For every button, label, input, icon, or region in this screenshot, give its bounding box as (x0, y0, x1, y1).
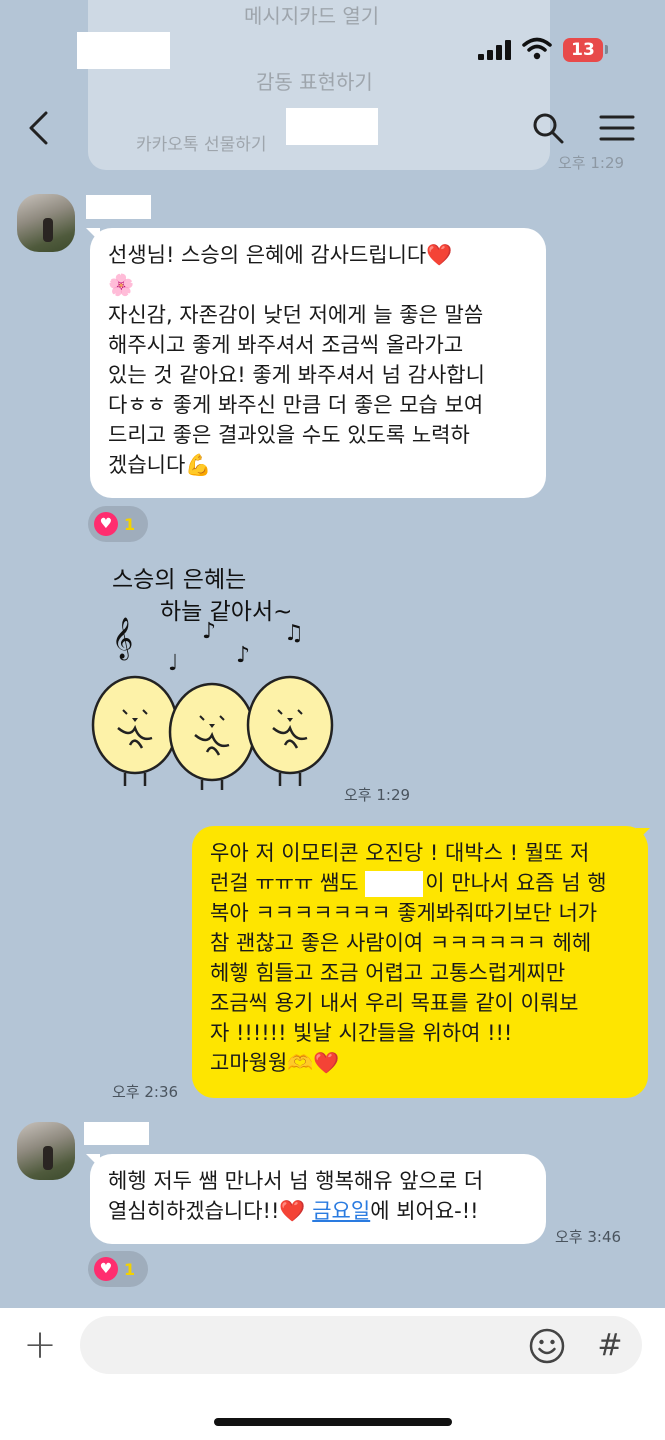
avatar[interactable] (17, 194, 75, 252)
back-arrow-icon[interactable] (20, 108, 56, 148)
wifi-icon (522, 36, 552, 62)
svg-text:♫: ♫ (284, 621, 304, 646)
reaction-badge[interactable]: ♥ 1 (88, 506, 148, 542)
redacted-sender-name (84, 1122, 149, 1145)
ghost-item-express: 감동 표현하기 (256, 70, 373, 94)
battery-tip (605, 45, 608, 54)
svg-text:♩: ♩ (168, 651, 178, 676)
message-time: 오후 1:29 (344, 786, 411, 804)
heart-icon: ♥ (94, 1257, 118, 1281)
svg-text:𝄞: 𝄞 (112, 617, 133, 660)
message-text-part: 에 뵈어요-!! (370, 1199, 479, 1223)
redacted-chat-title (286, 108, 378, 145)
message-bubble-sent[interactable]: 우아 저 이모티콘 오진당 ! 대박스 ! 뭘또 저 런걸 ㅠㅠㅠ 쌤도 이 만… (192, 826, 648, 1098)
reaction-badge[interactable]: ♥ 1 (88, 1251, 148, 1287)
date-link[interactable]: 금요일 (312, 1199, 370, 1223)
reaction-count: 1 (124, 1259, 136, 1279)
redacted-name (365, 871, 424, 897)
avatar[interactable] (17, 1122, 75, 1180)
ghost-item-message-card: 메시지카드 열기 (244, 4, 380, 28)
ghost-time: 오후 1:29 (558, 154, 625, 172)
bubble-tail (636, 828, 650, 842)
message-time: 오후 3:46 (555, 1228, 622, 1246)
singing-chicks-image: 𝄞 ♩ ♪ ♪ ♫ (91, 617, 334, 790)
signal-icon (478, 40, 512, 60)
emoji-icon[interactable] (528, 1327, 566, 1365)
redacted-sender-name (86, 195, 151, 219)
search-icon[interactable] (530, 110, 566, 146)
ghost-item-gift: 카카오톡 선물하기 (136, 135, 267, 155)
plus-icon[interactable]: + (22, 1322, 58, 1368)
message-bubble-received[interactable]: 헤헹 저두 쌤 만나서 넘 행복해유 앞으로 더 열심히하겠습니다!!❤️ 금요… (90, 1154, 546, 1244)
message-text-part: 이 만나서 요즘 넘 행 복아 ㅋㅋㅋㅋㅋㅋㅋ 좋게봐줘따기보단 너가 참 괜찮… (210, 871, 607, 1075)
menu-icon[interactable] (598, 112, 636, 144)
hash-icon[interactable]: # (592, 1326, 628, 1364)
redacted-clock (77, 32, 170, 69)
heart-icon: ♥ (94, 512, 118, 536)
home-indicator (214, 1418, 452, 1426)
svg-text:♪: ♪ (236, 643, 250, 668)
sticker-text-line1: 스승의 은혜는 (112, 567, 247, 593)
battery-indicator: 13 (563, 38, 603, 62)
message-bubble-received[interactable]: 선생님! 스승의 은혜에 감사드립니다❤️ 🌸 자신감, 자존감이 낮던 저에게… (90, 228, 546, 498)
reaction-count: 1 (124, 514, 136, 534)
svg-text:♪: ♪ (202, 619, 216, 644)
message-time: 오후 2:36 (112, 1083, 179, 1101)
